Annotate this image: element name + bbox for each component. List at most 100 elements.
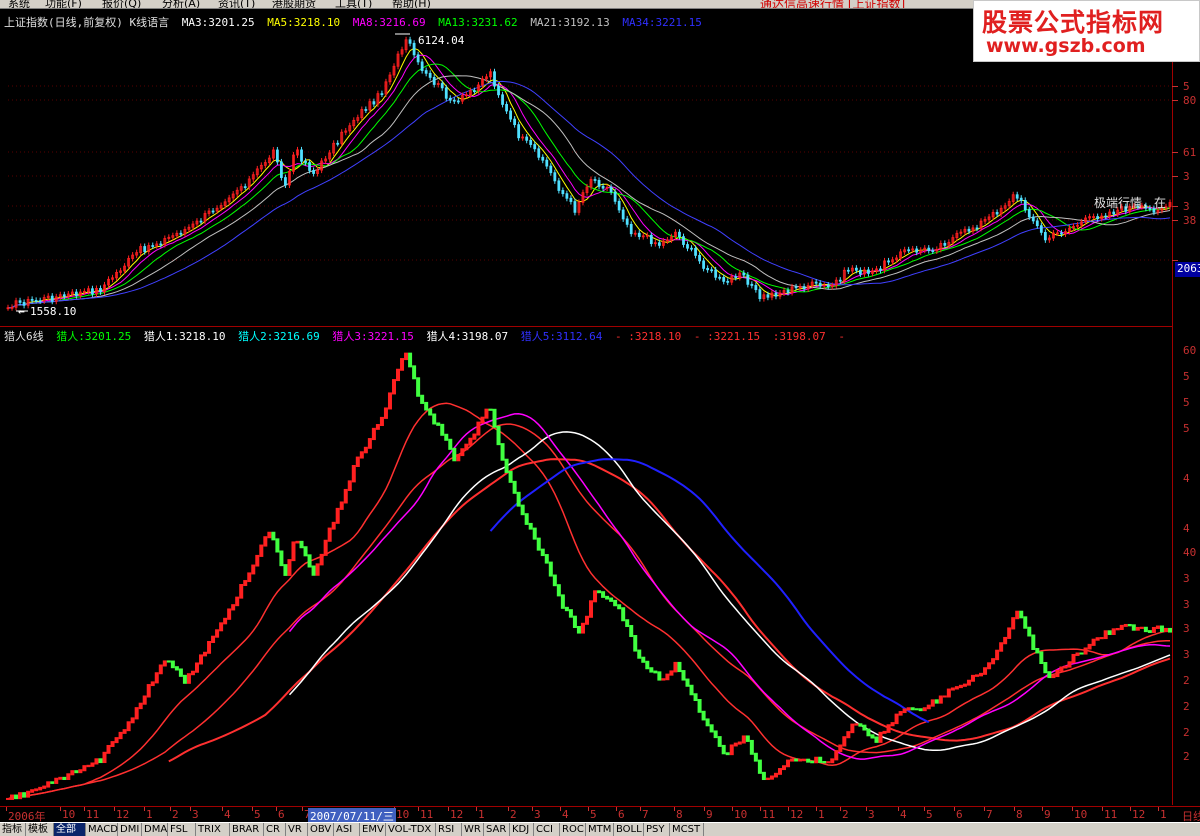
tab-sar[interactable]: SAR (484, 823, 510, 836)
hunter-candle (733, 742, 738, 747)
hunter-candle (962, 683, 967, 687)
hunter-candle (938, 695, 943, 704)
price-candle-body (887, 260, 890, 263)
tab-brar[interactable]: BRAR (230, 823, 264, 836)
price-candle-body (280, 161, 283, 178)
hunter-candle (995, 649, 1000, 661)
price-candle-body (541, 156, 545, 161)
hunter-candle (227, 608, 232, 620)
x-axis-label: 6 (618, 808, 625, 821)
hunter-candle (94, 758, 99, 765)
tab-cr[interactable]: CR (264, 823, 286, 836)
hunter-candle (114, 737, 119, 744)
price-candle-body (497, 85, 500, 96)
price-candle-body (967, 228, 971, 232)
price-candle-body (915, 248, 919, 253)
hunter-candle (456, 454, 461, 462)
price-candle-body (657, 242, 661, 246)
price-candle-body (1104, 215, 1108, 218)
x-tick-mark (616, 807, 617, 811)
price-candle-body (416, 54, 420, 63)
tab-dma[interactable]: DMA (142, 823, 168, 836)
hunter-candle (1047, 671, 1052, 679)
price-candle-body (199, 220, 203, 223)
hunter-candle (1027, 626, 1032, 637)
price-candle-body (412, 42, 416, 56)
x-axis-label: 11 (86, 808, 100, 821)
grid-lines (8, 85, 1172, 261)
hunter-candle (166, 660, 171, 663)
price-candle-body (38, 300, 42, 303)
price-candle-body (682, 236, 685, 245)
hunter-candle (725, 752, 730, 756)
hunter-candle (597, 590, 602, 594)
hunter-candle (18, 792, 23, 800)
hunter-candle (854, 723, 859, 726)
bottom-ytick: 3 (1183, 572, 1190, 585)
price-candle-body (706, 267, 710, 271)
hunter-candle (1151, 626, 1156, 633)
hunter-candle (86, 764, 91, 768)
price-candle-body (408, 39, 412, 44)
hunter-candle (355, 456, 360, 467)
bottom-ytick: 40 (1183, 546, 1197, 559)
tab--[interactable]: 全部 (54, 823, 86, 836)
tab--[interactable]: 指标 (0, 823, 26, 836)
tab-emv[interactable]: EMV (360, 823, 386, 836)
hunter-candle (331, 521, 336, 530)
tab-obv[interactable]: OBV (308, 823, 334, 836)
price-candle-body (99, 288, 102, 293)
hunter-candle (926, 704, 931, 710)
ma34-line (7, 80, 1171, 309)
hunter-candle (66, 773, 71, 781)
price-candle-body (746, 274, 750, 285)
ma13-line (7, 63, 1171, 309)
tab-vr[interactable]: VR (286, 823, 308, 836)
tab-wr[interactable]: WR (462, 823, 484, 836)
tab-roc[interactable]: ROC (560, 823, 586, 836)
hunter-candle (593, 590, 598, 603)
tab-psy[interactable]: PSY (644, 823, 670, 836)
tick-mark (1172, 206, 1178, 207)
tab-mtm[interactable]: MTM (586, 823, 614, 836)
hunter-candle (922, 707, 927, 712)
hunter-candle (524, 513, 529, 525)
top-ytick: 38 (1183, 214, 1197, 227)
tab-vol-tdx[interactable]: VOL-TDX (386, 823, 436, 836)
hunter-candle (886, 724, 891, 733)
price-candle-body (826, 284, 830, 288)
x-axis-label: 2 (842, 808, 849, 821)
hunter-candle (544, 554, 549, 564)
tab-dmi[interactable]: DMI (118, 823, 142, 836)
hunter3-value: 猎人3:3221.15 (332, 330, 414, 343)
hunter-candle (74, 770, 79, 774)
tab-rsi[interactable]: RSI (436, 823, 462, 836)
tab-fsl[interactable]: FSL (168, 823, 196, 836)
x-axis-label: 9 (1044, 808, 1051, 821)
chart-canvas[interactable]: 6124.04 ← 1558.10 极端行情，在 (0, 0, 1200, 836)
tab--[interactable]: 模板 (26, 823, 54, 836)
tab-cci[interactable]: CCI (534, 823, 560, 836)
hunter-candle (190, 670, 195, 676)
price-candle-body (529, 139, 533, 145)
price-candle-body (34, 299, 38, 302)
tab-mcst[interactable]: MCST (670, 823, 704, 836)
tab-boll[interactable]: BOLL (614, 823, 644, 836)
x-axis: 2006年10111212345671011121234567891011121… (0, 806, 1200, 823)
tab-kdj[interactable]: KDJ (510, 823, 534, 836)
low-arrow: ← (18, 305, 25, 318)
tab-trix[interactable]: TRIX (196, 823, 230, 836)
hunter-candle (186, 673, 191, 684)
hunter-candle (480, 416, 485, 424)
x-axis-label: 5 (254, 808, 261, 821)
tab-asi[interactable]: ASI (334, 823, 360, 836)
hunter-candle (416, 377, 421, 397)
x-tick-mark (1072, 807, 1073, 811)
hunter-candle (786, 759, 791, 768)
hunter-candle (1131, 624, 1136, 631)
price-candle-body (440, 83, 444, 89)
hunter-candle (162, 660, 167, 667)
hunter-candle (649, 667, 654, 673)
tab-macd[interactable]: MACD (86, 823, 118, 836)
ma21-label: MA21:3192.13 (530, 16, 610, 29)
